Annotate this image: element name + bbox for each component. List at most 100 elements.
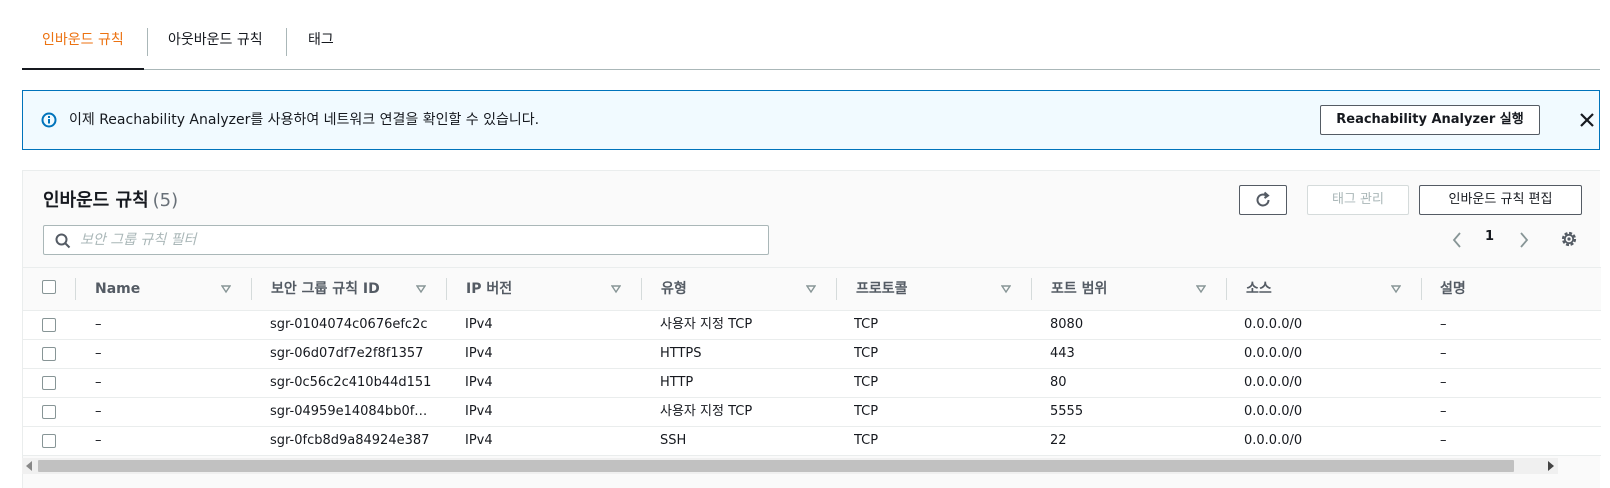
column-header-name[interactable]: Name bbox=[95, 268, 140, 310]
cell-name: – bbox=[95, 375, 102, 390]
page-number[interactable]: 1 bbox=[1485, 229, 1494, 244]
info-flashbar: 이제 Reachability Analyzer를 사용하여 네트워크 연결을 … bbox=[22, 90, 1600, 150]
cell-source: 0.0.0.0/0 bbox=[1244, 404, 1303, 419]
search-input[interactable] bbox=[80, 230, 760, 250]
chevron-right-icon[interactable] bbox=[1515, 231, 1531, 249]
table-row[interactable]: – sgr-0fcb8d9a84924e387 IPv4 SSH TCP 22 … bbox=[23, 427, 1601, 456]
edit-inbound-rules-button[interactable]: 인바운드 규칙 편집 bbox=[1419, 185, 1582, 215]
cell-protocol: TCP bbox=[854, 375, 879, 390]
inbound-rules-panel: 인바운드 규칙(5) 태그 관리 인바운드 규칙 편집 1 Name bbox=[22, 170, 1601, 488]
search-icon bbox=[55, 233, 71, 249]
refresh-button[interactable] bbox=[1239, 185, 1287, 215]
column-divider bbox=[1031, 278, 1032, 300]
cell-ip-version: IPv4 bbox=[465, 375, 493, 390]
row-checkbox[interactable] bbox=[42, 347, 56, 361]
sort-icon[interactable] bbox=[1391, 284, 1401, 294]
tab-inbound-rules[interactable]: 인바운드 규칙 bbox=[22, 20, 144, 70]
cell-port-range: 8080 bbox=[1050, 317, 1084, 332]
tab-divider bbox=[286, 28, 287, 56]
column-header-ip-version[interactable]: IP 버전 bbox=[466, 268, 512, 310]
cell-rule-id[interactable]: sgr-04959e14084bb0f… bbox=[270, 398, 450, 426]
table-row[interactable]: – sgr-0104074c0676efc2c IPv4 사용자 지정 TCP … bbox=[23, 311, 1601, 340]
cell-type: HTTPS bbox=[660, 346, 702, 361]
run-reachability-analyzer-button[interactable]: Reachability Analyzer 실행 bbox=[1320, 105, 1540, 135]
sort-icon[interactable] bbox=[416, 284, 426, 294]
cell-name: – bbox=[95, 317, 102, 332]
column-divider bbox=[1421, 278, 1422, 300]
column-header-source[interactable]: 소스 bbox=[1246, 268, 1272, 310]
row-checkbox[interactable] bbox=[42, 434, 56, 448]
column-header-description[interactable]: 설명 bbox=[1440, 268, 1466, 310]
cell-source: 0.0.0.0/0 bbox=[1244, 346, 1303, 361]
cell-rule-id[interactable]: sgr-0104074c0676efc2c bbox=[270, 311, 450, 339]
sort-icon[interactable] bbox=[221, 284, 231, 294]
info-icon bbox=[41, 112, 57, 128]
sort-icon[interactable] bbox=[806, 284, 816, 294]
column-header-type[interactable]: 유형 bbox=[661, 268, 687, 310]
horizontal-scrollbar[interactable] bbox=[22, 458, 1558, 474]
scrollbar-thumb[interactable] bbox=[38, 460, 1514, 472]
row-checkbox[interactable] bbox=[42, 376, 56, 390]
cell-ip-version: IPv4 bbox=[465, 346, 493, 361]
sort-icon[interactable] bbox=[1001, 284, 1011, 294]
table-row[interactable]: – sgr-04959e14084bb0f… IPv4 사용자 지정 TCP T… bbox=[23, 398, 1601, 427]
cell-protocol: TCP bbox=[854, 433, 879, 448]
row-checkbox[interactable] bbox=[42, 318, 56, 332]
cell-protocol: TCP bbox=[854, 404, 879, 419]
column-header-rule-id[interactable]: 보안 그룹 규칙 ID bbox=[271, 268, 380, 310]
table-row[interactable]: – sgr-0c56c2c410b44d151 IPv4 HTTP TCP 80… bbox=[23, 369, 1601, 398]
row-checkbox[interactable] bbox=[42, 405, 56, 419]
tab-tags[interactable]: 태그 bbox=[288, 20, 354, 69]
chevron-left-icon[interactable] bbox=[1450, 231, 1466, 249]
column-divider bbox=[836, 278, 837, 300]
cell-description: – bbox=[1440, 375, 1447, 390]
cell-source: 0.0.0.0/0 bbox=[1244, 433, 1303, 448]
manage-tags-button[interactable]: 태그 관리 bbox=[1307, 185, 1409, 215]
cell-type: HTTP bbox=[660, 375, 694, 390]
cell-type: 사용자 지정 TCP bbox=[660, 404, 753, 419]
scroll-right-arrow-icon[interactable] bbox=[1548, 461, 1554, 471]
cell-source: 0.0.0.0/0 bbox=[1244, 317, 1303, 332]
table-header: Name 보안 그룹 규칙 ID IP 버전 유형 프로토콜 포트 범위 소스 … bbox=[23, 267, 1601, 311]
table-row[interactable]: – sgr-06d07df7e2f8f1357 IPv4 HTTPS TCP 4… bbox=[23, 340, 1601, 369]
cell-ip-version: IPv4 bbox=[465, 317, 493, 332]
cell-name: – bbox=[95, 346, 102, 361]
column-divider bbox=[75, 278, 76, 300]
column-divider bbox=[446, 278, 447, 300]
cell-description: – bbox=[1440, 317, 1447, 332]
cell-description: – bbox=[1440, 346, 1447, 361]
panel-title: 인바운드 규칙 (5) bbox=[43, 186, 178, 212]
column-header-port-range[interactable]: 포트 범위 bbox=[1051, 268, 1107, 310]
cell-description: – bbox=[1440, 404, 1447, 419]
cell-port-range: 22 bbox=[1050, 433, 1067, 448]
cell-name: – bbox=[95, 404, 102, 419]
cell-type: 사용자 지정 TCP bbox=[660, 317, 753, 332]
cell-description: – bbox=[1440, 433, 1447, 448]
cell-name: – bbox=[95, 433, 102, 448]
cell-protocol: TCP bbox=[854, 346, 879, 361]
column-header-protocol[interactable]: 프로토콜 bbox=[856, 268, 908, 310]
cell-rule-id[interactable]: sgr-0c56c2c410b44d151 bbox=[270, 369, 450, 397]
refresh-icon bbox=[1256, 191, 1270, 207]
filter-search-box bbox=[43, 225, 769, 255]
rule-count: (5) bbox=[152, 190, 179, 211]
column-divider bbox=[1226, 278, 1227, 300]
column-divider bbox=[641, 278, 642, 300]
tab-bar: 인바운드 규칙 아웃바운드 규칙 태그 bbox=[22, 20, 1600, 70]
tab-outbound-rules[interactable]: 아웃바운드 규칙 bbox=[148, 20, 283, 69]
cell-port-range: 5555 bbox=[1050, 404, 1084, 419]
cell-rule-id[interactable]: sgr-0fcb8d9a84924e387 bbox=[270, 427, 450, 455]
gear-icon[interactable] bbox=[1559, 229, 1579, 249]
sort-icon[interactable] bbox=[611, 284, 621, 294]
scroll-left-arrow-icon[interactable] bbox=[26, 461, 32, 471]
cell-ip-version: IPv4 bbox=[465, 404, 493, 419]
close-icon[interactable] bbox=[1578, 111, 1596, 129]
column-divider bbox=[251, 278, 252, 300]
cell-ip-version: IPv4 bbox=[465, 433, 493, 448]
cell-port-range: 443 bbox=[1050, 346, 1075, 361]
cell-type: SSH bbox=[660, 433, 687, 448]
cell-rule-id[interactable]: sgr-06d07df7e2f8f1357 bbox=[270, 340, 450, 368]
select-all-checkbox[interactable] bbox=[42, 280, 56, 294]
sort-icon[interactable] bbox=[1196, 284, 1206, 294]
cell-source: 0.0.0.0/0 bbox=[1244, 375, 1303, 390]
